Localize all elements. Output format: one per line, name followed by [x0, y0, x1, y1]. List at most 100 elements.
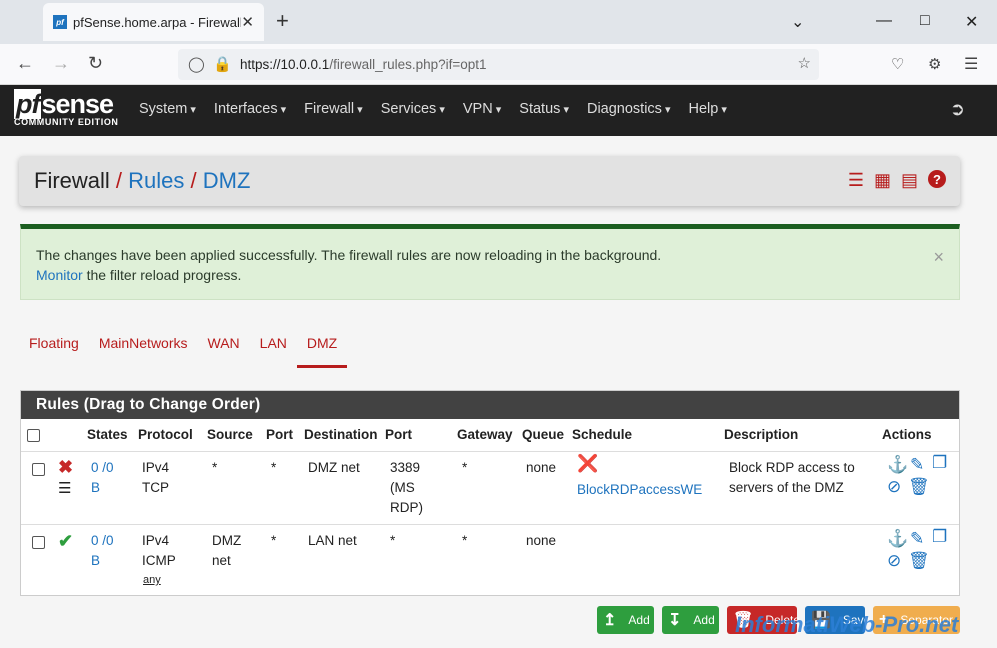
select-all-checkbox[interactable]	[27, 429, 40, 442]
breadcrumb: Firewall / Rules / DMZ ☰ ▦ ▤ ?	[19, 156, 960, 206]
protocol: IPv4	[142, 460, 170, 475]
page-content: Firewall / Rules / DMZ ☰ ▦ ▤ ? The chang…	[0, 136, 997, 648]
edit-pencil-icon[interactable]: ✎	[910, 529, 924, 549]
interface-tabs: Floating MainNetworks WAN LAN DMZ	[19, 333, 348, 368]
log-list-icon[interactable]: ▤	[901, 170, 918, 191]
reload-icon[interactable]: ↻	[88, 53, 103, 74]
url-path: /firewall_rules.php?if=opt1	[329, 57, 487, 72]
arrow-down-icon: ↧	[668, 612, 682, 629]
app-menu-icon[interactable]: ☰	[964, 54, 978, 74]
col-destination[interactable]: Destination	[304, 427, 378, 442]
states-bytes-link[interactable]: B	[91, 551, 100, 571]
browser-tab-bar: pf pfSense.home.arpa - Firewall: R ✕ + ⌄…	[0, 0, 997, 44]
dest-port: 3389	[390, 460, 421, 475]
protocol-2: TCP	[142, 480, 169, 495]
url-host: https://10.0.0.1	[240, 57, 330, 72]
logout-icon[interactable]: ➲	[950, 99, 965, 120]
copy-icon[interactable]: ❐	[932, 453, 947, 473]
col-source-port[interactable]: Port	[266, 427, 293, 442]
shield-icon[interactable]: ◯	[188, 55, 205, 73]
tab-floating[interactable]: Floating	[19, 333, 89, 368]
tab-lan[interactable]: LAN	[250, 333, 297, 368]
add-bottom-button[interactable]: ↧ Add	[662, 606, 719, 634]
menu-help[interactable]: Help	[680, 101, 736, 117]
menu-firewall[interactable]: Firewall	[295, 101, 372, 117]
gateway: *	[462, 533, 468, 548]
help-icon[interactable]: ?	[928, 170, 946, 188]
col-gateway[interactable]: Gateway	[457, 427, 513, 442]
col-schedule[interactable]: Schedule	[572, 427, 632, 442]
row-checkbox[interactable]	[32, 536, 45, 549]
source: *	[212, 460, 218, 475]
browser-tab[interactable]: pf pfSense.home.arpa - Firewall: R ✕	[43, 3, 264, 41]
rules-panel: Rules (Drag to Change Order) States Prot…	[20, 390, 960, 596]
col-dest-port[interactable]: Port	[385, 427, 412, 442]
description: Block RDP access to	[729, 460, 855, 475]
description-2: servers of the DMZ	[729, 480, 844, 495]
col-queue[interactable]: Queue	[522, 427, 564, 442]
states-link[interactable]: 0 /0	[91, 458, 114, 478]
row-checkbox[interactable]	[32, 463, 45, 476]
schedule-link[interactable]: BlockRDPaccessWE	[577, 480, 702, 500]
new-tab-button[interactable]: +	[276, 9, 289, 33]
menu-interfaces[interactable]: Interfaces	[205, 101, 295, 117]
anchor-icon[interactable]: ⚓	[887, 455, 908, 475]
edit-pencil-icon[interactable]: ✎	[910, 455, 924, 475]
col-description[interactable]: Description	[724, 427, 798, 442]
col-states[interactable]: States	[87, 427, 128, 442]
forward-arrow-icon[interactable]: →	[52, 53, 70, 74]
pfsense-navbar: pfsense COMMUNITY EDITION System Interfa…	[0, 85, 997, 136]
states-link[interactable]: 0 /0	[91, 531, 114, 551]
source-2: net	[212, 553, 231, 568]
close-alert-icon[interactable]: ×	[933, 247, 944, 267]
col-protocol[interactable]: Protocol	[138, 427, 193, 442]
bar-chart-icon[interactable]: ▦	[874, 170, 891, 191]
source-port: *	[271, 533, 277, 548]
pass-check-icon: ✔	[58, 531, 74, 551]
tab-dmz[interactable]: DMZ	[296, 333, 348, 368]
main-menu: System Interfaces Firewall Services VPN …	[130, 101, 736, 117]
panel-title: Rules (Drag to Change Order)	[21, 391, 959, 419]
delete-trash-icon[interactable]: 🗑	[908, 551, 930, 571]
menu-status[interactable]: Status	[510, 101, 578, 117]
copy-icon[interactable]: ❐	[932, 527, 947, 547]
anchor-icon[interactable]: ⚓	[887, 529, 908, 549]
address-bar[interactable]: ◯ 🔒 https://10.0.0.1/firewall_rules.php?…	[178, 49, 819, 80]
states-bytes-link[interactable]: B	[91, 478, 100, 498]
icmp-type-link[interactable]: any	[143, 570, 161, 590]
pocket-icon[interactable]: ♡	[891, 55, 904, 73]
breadcrumb-rules[interactable]: Rules	[128, 168, 184, 193]
success-alert: The changes have been applied successful…	[20, 224, 960, 300]
alert-message: The changes have been applied successful…	[36, 247, 662, 263]
block-x-icon: ✖	[58, 457, 74, 477]
minimize-icon[interactable]: —	[876, 12, 892, 30]
disable-icon[interactable]: ⊘	[887, 477, 901, 497]
monitor-link[interactable]: Monitor	[36, 267, 83, 283]
close-window-icon[interactable]: ✕	[965, 12, 978, 32]
breadcrumb-firewall: Firewall	[34, 168, 110, 193]
tab-wan[interactable]: WAN	[198, 333, 250, 368]
delete-trash-icon[interactable]: 🗑	[908, 477, 930, 497]
tab-list-chevron-icon[interactable]: ⌄	[791, 12, 804, 32]
source: DMZ	[212, 533, 242, 548]
breadcrumb-dmz[interactable]: DMZ	[203, 168, 251, 193]
disable-icon[interactable]: ⊘	[887, 551, 901, 571]
menu-diagnostics[interactable]: Diagnostics	[578, 101, 680, 117]
pfsense-logo[interactable]: pfsense COMMUNITY EDITION	[14, 89, 119, 127]
close-tab-icon[interactable]: ✕	[241, 13, 254, 31]
schedule-inactive-icon: ❌	[577, 454, 599, 473]
maximize-icon[interactable]: □	[920, 12, 930, 30]
extensions-icon[interactable]: ⚙	[928, 55, 941, 73]
lock-icon[interactable]: 🔒	[213, 55, 232, 73]
tab-mainnetworks[interactable]: MainNetworks	[89, 333, 198, 368]
browser-navbar: ← → ↻ ◯ 🔒 https://10.0.0.1/firewall_rule…	[0, 44, 997, 85]
bookmark-star-icon[interactable]: ☆	[798, 54, 811, 72]
menu-vpn[interactable]: VPN	[454, 101, 510, 117]
back-arrow-icon[interactable]: ←	[16, 53, 34, 74]
menu-services[interactable]: Services	[372, 101, 454, 117]
col-source[interactable]: Source	[207, 427, 253, 442]
protocol: IPv4	[142, 533, 170, 548]
menu-system[interactable]: System	[130, 101, 205, 117]
sliders-icon[interactable]: ☰	[848, 170, 864, 191]
add-top-button[interactable]: ↥ Add	[597, 606, 654, 634]
